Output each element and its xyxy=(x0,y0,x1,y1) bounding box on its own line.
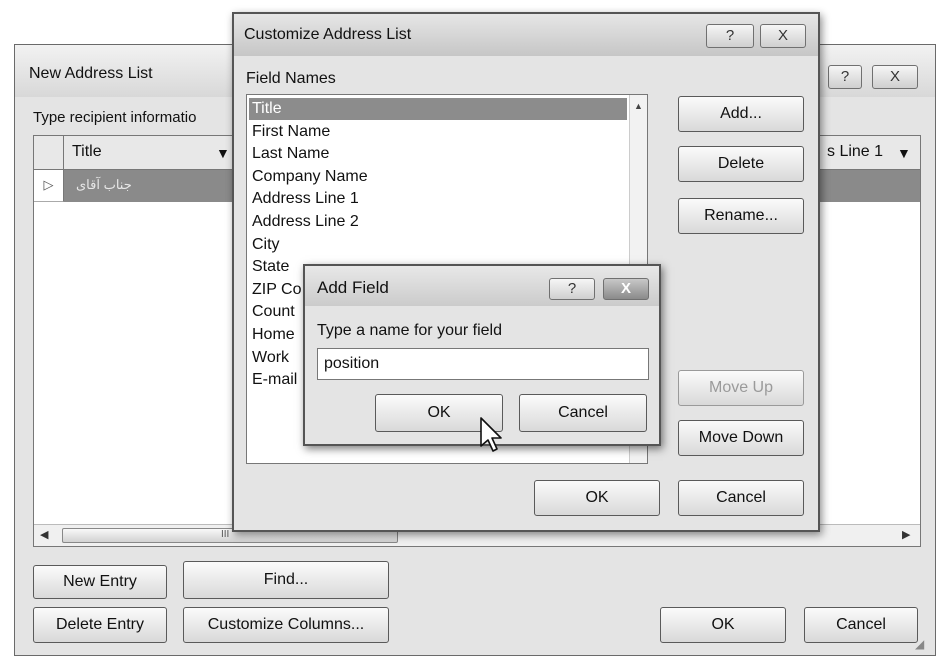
find-label: Find... xyxy=(263,571,309,588)
help-icon: ? xyxy=(567,280,577,297)
scroll-thumb-grip: III xyxy=(221,529,230,540)
close-button[interactable]: X xyxy=(872,65,918,89)
customize-columns-label: Customize Columns... xyxy=(207,616,365,633)
row-selector[interactable]: ▷ xyxy=(34,170,64,202)
scroll-up-icon[interactable]: ▲ xyxy=(634,101,643,111)
column-header-label: s Line 1 xyxy=(827,143,884,160)
customize-columns-button[interactable]: Customize Columns... xyxy=(183,607,389,643)
move-up-button[interactable]: Move Up xyxy=(678,370,804,406)
field-list-item[interactable]: State xyxy=(252,256,289,278)
cancel-button[interactable]: Cancel xyxy=(678,480,804,516)
help-button[interactable]: ? xyxy=(549,278,595,300)
field-names-label: Field Names xyxy=(246,70,336,87)
field-name-prompt: Type a name for your field xyxy=(317,322,502,339)
help-button[interactable]: ? xyxy=(706,24,754,48)
close-icon: X xyxy=(889,68,900,85)
delete-entry-label: Delete Entry xyxy=(55,616,145,633)
cancel-label: Cancel xyxy=(836,616,886,633)
cancel-button[interactable]: Cancel xyxy=(804,607,918,643)
field-list-item[interactable]: City xyxy=(252,234,280,256)
new-entry-button[interactable]: New Entry xyxy=(33,565,167,599)
close-button[interactable]: X xyxy=(603,278,649,300)
resize-grip-icon[interactable]: ◢ xyxy=(915,637,933,655)
help-icon: ? xyxy=(840,68,850,85)
field-list-item[interactable]: Address Line 2 xyxy=(252,211,359,233)
field-list-item[interactable]: E-mail xyxy=(252,369,297,391)
delete-label: Delete xyxy=(717,155,765,172)
close-icon: X xyxy=(620,280,631,297)
close-button[interactable]: X xyxy=(760,24,806,48)
dialog-title: Customize Address List xyxy=(244,26,412,43)
ok-label: OK xyxy=(427,404,451,421)
rename-button[interactable]: Rename... xyxy=(678,198,804,234)
field-list-item[interactable]: First Name xyxy=(252,121,330,143)
cancel-label: Cancel xyxy=(716,489,766,506)
column-header-title[interactable]: Title ▼ xyxy=(64,136,244,170)
field-list-item[interactable]: Company Name xyxy=(252,166,368,188)
help-icon: ? xyxy=(725,27,735,44)
field-list-item[interactable]: Home xyxy=(252,324,295,346)
delete-entry-button[interactable]: Delete Entry xyxy=(33,607,167,643)
column-dropdown-icon[interactable]: ▼ xyxy=(897,145,911,161)
new-entry-label: New Entry xyxy=(63,573,137,590)
field-list-item[interactable]: Address Line 1 xyxy=(252,188,359,210)
dialog-title: Add Field xyxy=(317,278,389,297)
ok-button[interactable]: OK xyxy=(660,607,786,643)
find-button[interactable]: Find... xyxy=(183,561,389,599)
cancel-label: Cancel xyxy=(558,404,608,421)
ok-button[interactable]: OK xyxy=(534,480,660,516)
header-row-selector xyxy=(34,136,64,170)
field-list-item[interactable]: Work xyxy=(252,347,289,369)
cancel-button[interactable]: Cancel xyxy=(519,394,647,432)
field-list-item[interactable]: Title xyxy=(252,98,282,120)
move-down-button[interactable]: Move Down xyxy=(678,420,804,456)
ok-label: OK xyxy=(585,489,609,506)
window-title: New Address List xyxy=(29,65,153,82)
column-header-address-line-1[interactable]: s Line 1 ▼ xyxy=(818,136,920,170)
field-list-item[interactable]: Count xyxy=(252,301,295,323)
field-list-item[interactable]: Last Name xyxy=(252,143,329,165)
scroll-left-icon[interactable]: ◀ xyxy=(40,528,48,541)
column-header-label: Title xyxy=(72,143,102,160)
scroll-right-icon[interactable]: ▶ xyxy=(902,528,910,541)
cell-title[interactable]: جناب آقای xyxy=(76,177,132,193)
rename-label: Rename... xyxy=(704,207,778,224)
column-dropdown-icon[interactable]: ▼ xyxy=(216,145,230,161)
selected-highlight xyxy=(249,98,627,120)
field-name-input[interactable] xyxy=(317,348,649,380)
mouse-cursor-icon xyxy=(480,417,502,452)
move-up-label: Move Up xyxy=(708,379,774,396)
add-label: Add... xyxy=(720,105,762,122)
field-list-item[interactable]: ZIP Co xyxy=(252,279,302,301)
close-icon: X xyxy=(777,27,788,44)
delete-button[interactable]: Delete xyxy=(678,146,804,182)
help-button[interactable]: ? xyxy=(828,65,862,89)
ok-label: OK xyxy=(711,616,735,633)
move-down-label: Move Down xyxy=(698,429,784,446)
add-button[interactable]: Add... xyxy=(678,96,804,132)
instructions-label: Type recipient informatio xyxy=(33,109,197,126)
